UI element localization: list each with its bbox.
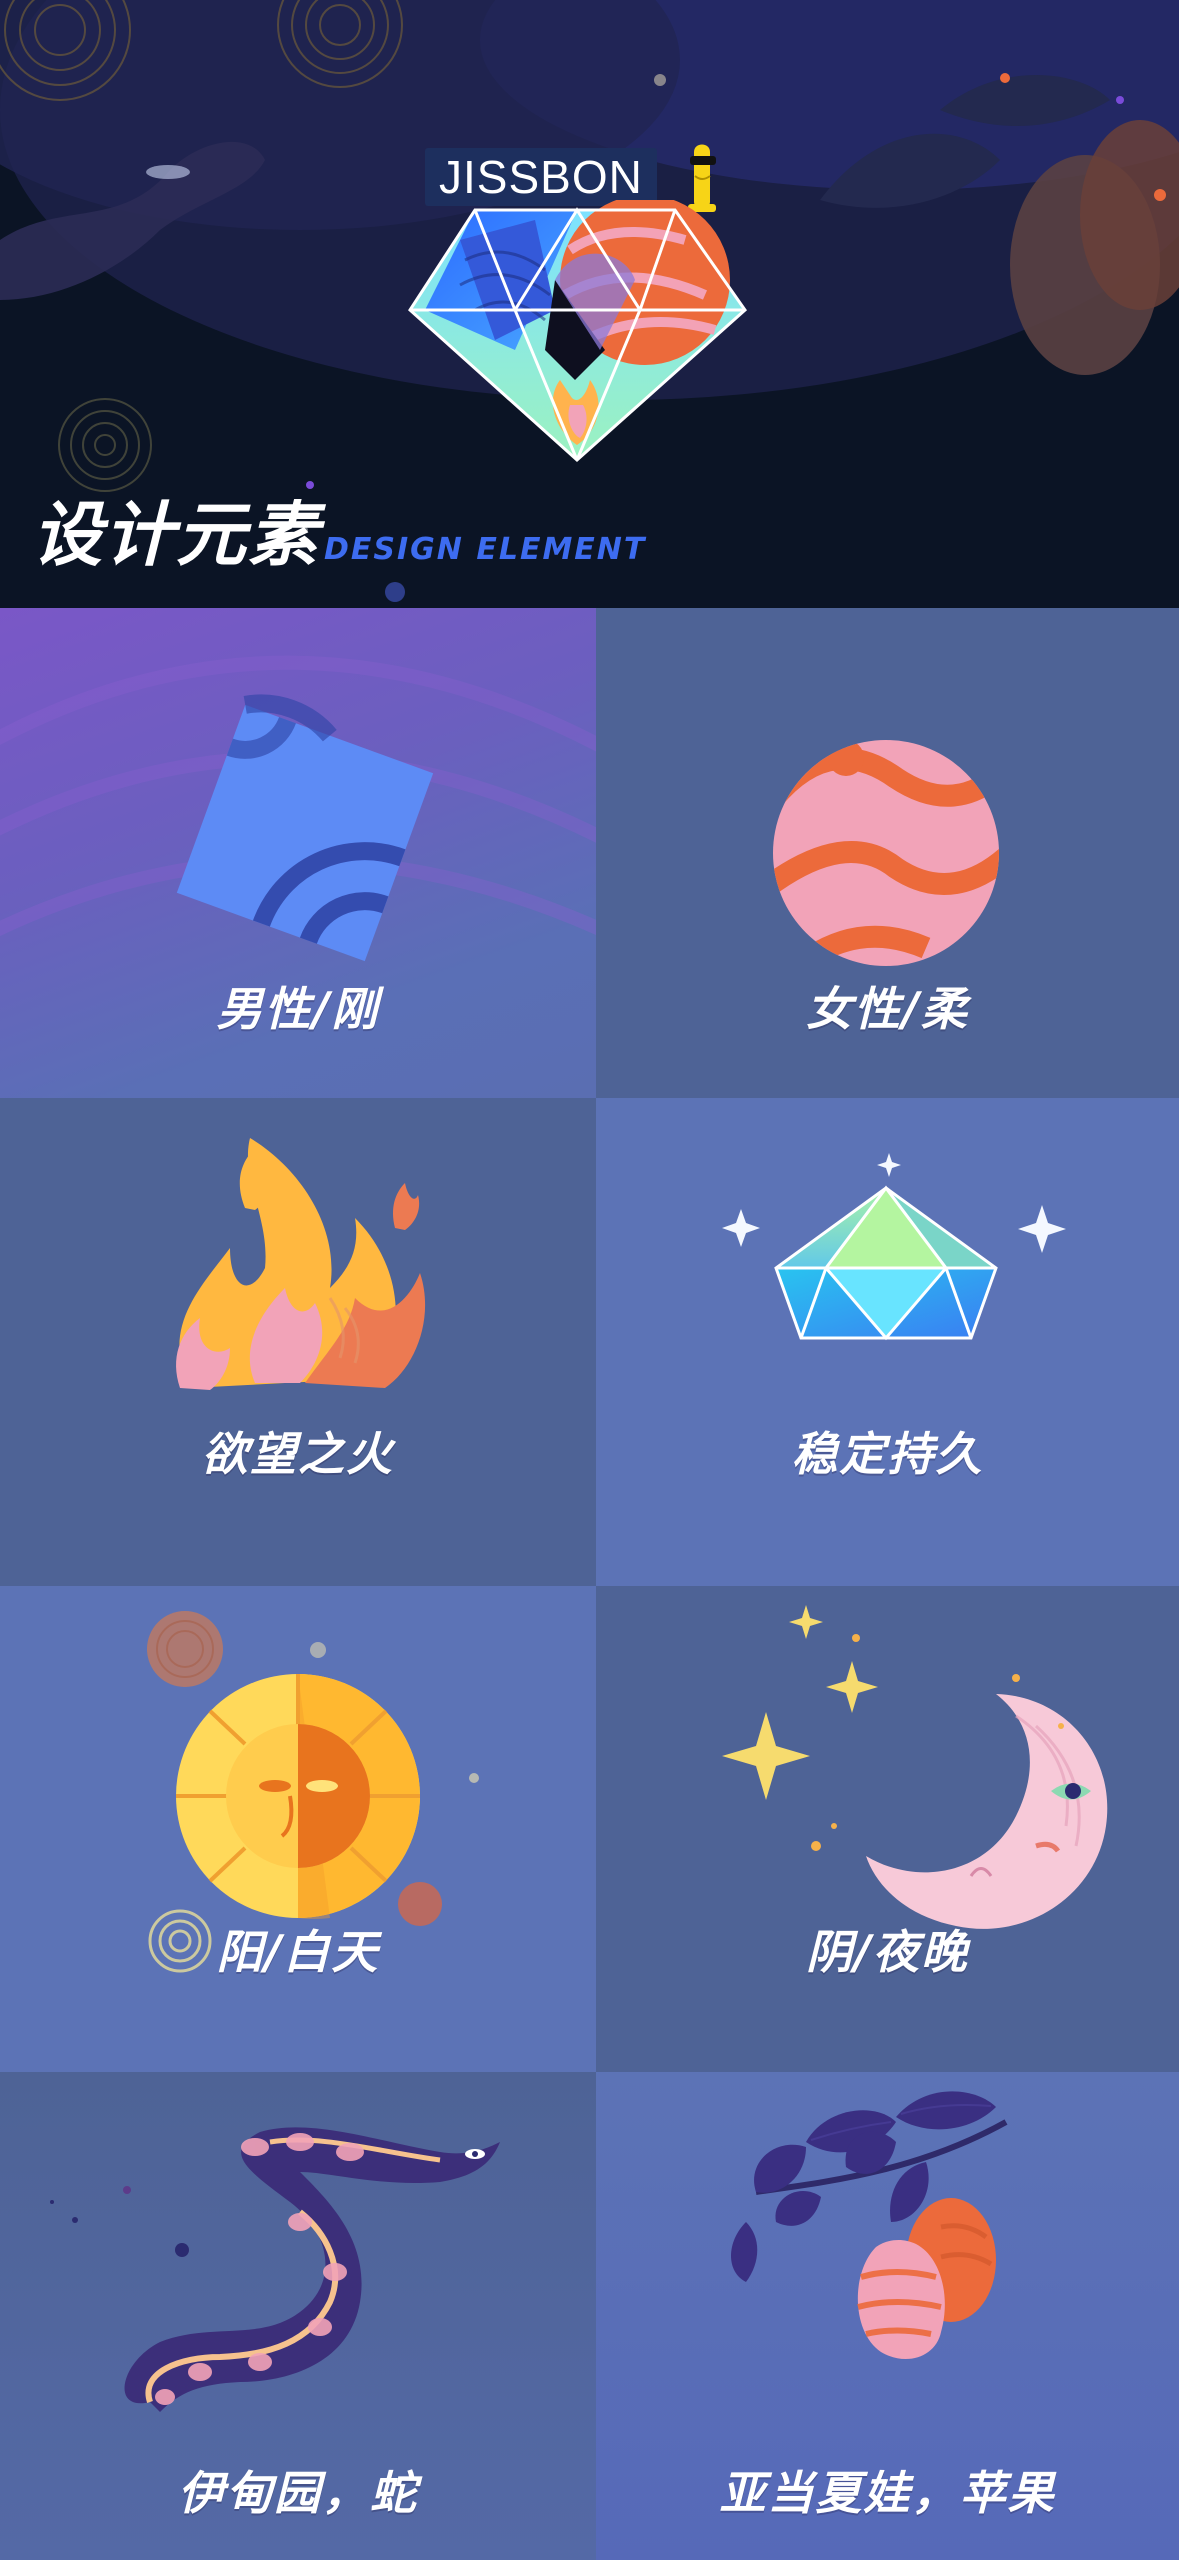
element-label: 男性/刚: [216, 982, 380, 1036]
element-label: 稳定持久: [791, 1427, 984, 1481]
element-card-stable: 稳定持久: [596, 1098, 1179, 1586]
element-card-day: 阳/白天: [0, 1586, 596, 2072]
section-title-cn: 设计元素: [32, 494, 320, 576]
header-banner: JISSBON 设计元素 DESIGN ELEMENT: [0, 0, 1179, 608]
element-card-masculine: 男性/刚: [0, 608, 596, 1098]
element-card-night: 阴/夜晚: [596, 1586, 1179, 2072]
crescent-moon-icon: [722, 1605, 1108, 1929]
section-title-en: DESIGN ELEMENT: [324, 532, 647, 567]
element-card-feminine: 女性/柔: [596, 608, 1179, 1098]
sun-icon: [147, 1611, 479, 1973]
element-card-adam-eve: 亚当夏娃，苹果: [596, 2072, 1179, 2560]
flame-icon: [176, 1138, 426, 1390]
hero-gem-illustration: [408, 200, 747, 463]
diamond-icon: [722, 1153, 1066, 1341]
element-card-eden: 伊甸园，蛇: [0, 2072, 596, 2560]
element-card-desire: 欲望之火: [0, 1098, 596, 1586]
elements-grid: 男性/刚 女性/柔 欲望之火 稳定持久 阳/白天 阴/夜晚 伊甸园，蛇 亚当夏娃…: [0, 608, 1179, 2560]
brand-name: JISSBON: [425, 148, 657, 206]
element-label: 欲望之火: [202, 1427, 394, 1481]
design-elements-page: JISSBON 设计元素 DESIGN ELEMENT 男性/刚 女性/柔 欲望…: [0, 0, 1179, 2560]
element-label: 阳/白天: [216, 1925, 380, 1979]
element-label: 亚当夏娃，苹果: [719, 2466, 1056, 2520]
element-label: 女性/柔: [806, 982, 969, 1036]
element-label: 伊甸园，蛇: [178, 2466, 418, 2520]
section-title: 设计元素 DESIGN ELEMENT: [32, 490, 646, 580]
element-label: 阴/夜晚: [806, 1925, 969, 1979]
